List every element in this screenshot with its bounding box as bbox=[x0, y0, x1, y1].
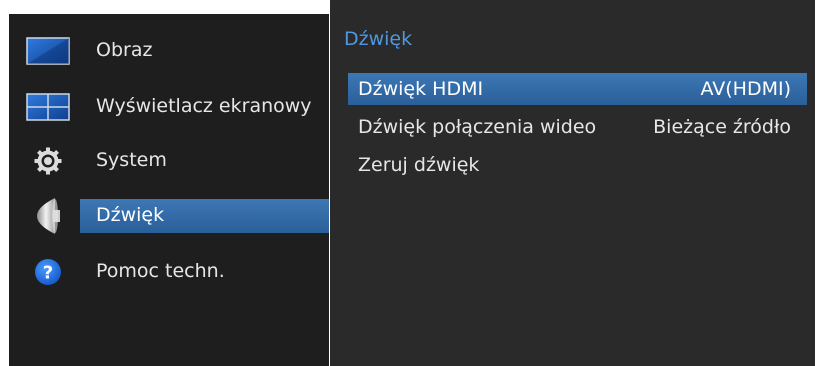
menu-item-label: Obraz bbox=[96, 39, 153, 61]
svg-text:?: ? bbox=[43, 263, 53, 284]
submenu-item-hdmi-sound[interactable]: Dźwięk HDMI AV(HDMI) bbox=[348, 73, 807, 105]
sound-submenu: Dźwięk Dźwięk HDMI AV(HDMI) Dźwięk połąc… bbox=[330, 0, 815, 366]
menu-item-label: Dźwięk bbox=[96, 204, 165, 226]
submenu-item-value: AV(HDMI) bbox=[700, 78, 791, 100]
picture-icon bbox=[25, 36, 71, 66]
menu-item-system[interactable]: System bbox=[9, 138, 329, 184]
speaker-icon bbox=[25, 195, 71, 237]
submenu-item-value: Bieżące źródło bbox=[653, 116, 791, 138]
submenu-item-label: Dźwięk połączenia wideo bbox=[358, 116, 597, 138]
submenu-item-video-call-sound[interactable]: Dźwięk połączenia wideo Bieżące źródło bbox=[348, 111, 807, 143]
menu-item-sound[interactable]: Dźwięk bbox=[9, 193, 329, 239]
onscreen-display-icon bbox=[25, 92, 71, 122]
panel-title: Dźwięk bbox=[344, 28, 413, 50]
screen: Obraz Wyświetlacz ekranowy System Dźwięk… bbox=[0, 0, 823, 366]
menu-item-label: System bbox=[96, 149, 167, 171]
menu-item-label: Pomoc techn. bbox=[96, 260, 225, 282]
submenu-item-reset-sound[interactable]: Zeruj dźwięk bbox=[348, 149, 807, 181]
menu-item-support[interactable]: ? Pomoc techn. bbox=[9, 249, 329, 295]
submenu-item-label: Zeruj dźwięk bbox=[358, 154, 480, 176]
main-menu: Obraz Wyświetlacz ekranowy System Dźwięk… bbox=[9, 14, 329, 366]
menu-item-picture[interactable]: Obraz bbox=[9, 28, 329, 74]
menu-item-onscreen-display[interactable]: Wyświetlacz ekranowy bbox=[9, 84, 329, 130]
submenu-item-label: Dźwięk HDMI bbox=[358, 78, 484, 100]
gear-icon bbox=[25, 146, 71, 176]
menu-item-label: Wyświetlacz ekranowy bbox=[96, 95, 312, 117]
help-icon: ? bbox=[25, 257, 71, 287]
